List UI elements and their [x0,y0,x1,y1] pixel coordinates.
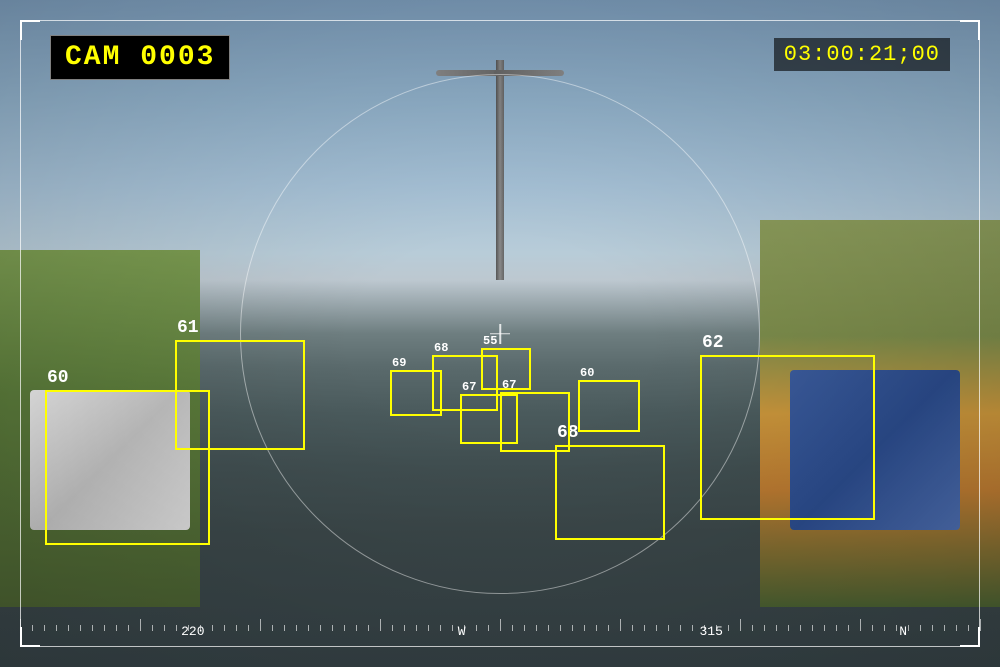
crosshair [490,324,510,344]
camera-view: CAM 0003 03:00:21;00 60 61 62 68 67 60 [0,0,1000,667]
